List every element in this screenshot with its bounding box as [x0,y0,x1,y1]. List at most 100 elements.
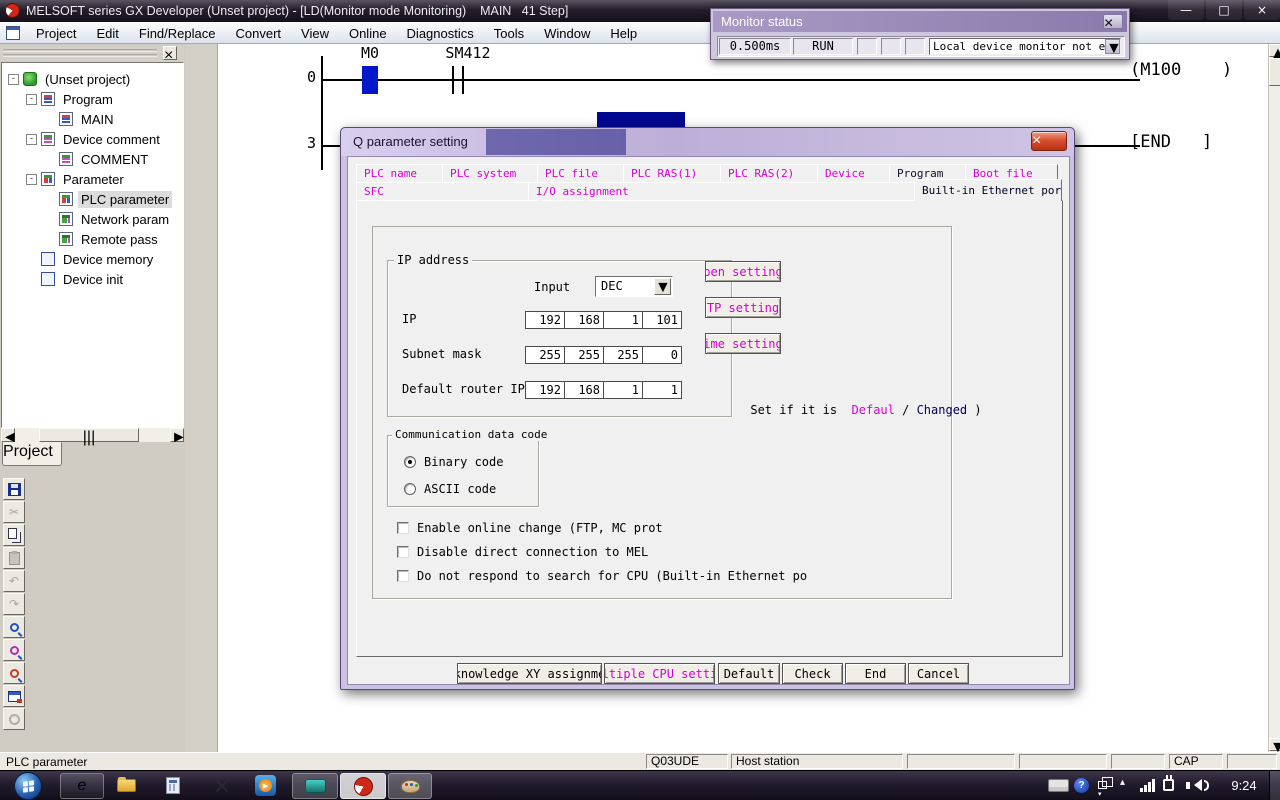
taskbar-explorer-button[interactable] [117,779,136,792]
tab-io-assignment[interactable]: I/O assignment [528,182,915,201]
menu-project[interactable]: Project [26,26,86,41]
open-settings-button[interactable]: Open settings [705,261,781,282]
tab-device[interactable]: Device [817,164,890,183]
tree-item-plc-parameter[interactable]: PLC parameter [2,189,183,209]
tab-plc-ras1[interactable]: PLC RAS(1) [623,164,721,183]
project-panel-tab[interactable]: Project [2,442,62,466]
taskbar-paint-button[interactable] [388,773,432,799]
menu-edit[interactable]: Edit [86,26,128,41]
do-not-respond-search-checkbox[interactable] [397,570,409,582]
router-octet-4[interactable]: 1 [642,381,682,399]
network-signal-icon[interactable] [1140,779,1156,792]
tree-expander[interactable]: - [26,174,37,185]
check-button[interactable]: Check [782,663,843,684]
tree-expander[interactable]: - [8,74,19,85]
volume-button[interactable] [1186,779,1209,791]
time-settings-button[interactable]: Time settings [705,333,781,354]
taskbar-clock[interactable]: 9:24 [1222,771,1266,800]
scroll-thumb[interactable]: ||| [39,428,139,442]
tree-item-device-comment[interactable]: - Device comment [2,129,183,149]
taskbar-gx-developer-button[interactable] [340,773,386,799]
tab-plc-ras2[interactable]: PLC RAS(2) [720,164,818,183]
tree-item-parameter[interactable]: - Parameter [2,169,183,189]
start-button[interactable] [14,772,42,800]
monitor-mode-combobox[interactable]: Local device monitor not execu ▼ [929,38,1121,55]
power-plug-button[interactable] [1163,775,1174,791]
transfer-setup-button[interactable] [3,685,25,707]
tree-item-main[interactable]: MAIN [2,109,183,129]
combobox-dropdown-icon[interactable]: ▼ [1105,39,1120,54]
tray-expand-button[interactable]: ▴ [1120,777,1125,788]
tree-item-device-init[interactable]: Device init [2,269,183,289]
tray-window-stack-button[interactable]: ▾ [1098,781,1107,789]
combobox-dropdown-icon[interactable]: ▼ [654,278,671,295]
tab-sfc[interactable]: SFC [356,182,529,201]
ftp-settings-button[interactable]: FTP settings [705,297,781,318]
binary-code-radio[interactable] [404,456,416,468]
save-button[interactable] [3,478,25,500]
menu-view[interactable]: View [291,26,339,41]
monitor-titlebar[interactable]: Monitor status × [713,11,1127,32]
menu-convert[interactable]: Convert [225,26,291,41]
tab-plc-system[interactable]: PLC system [442,164,538,183]
taskbar-calculator-button[interactable] [166,777,180,794]
tree-item-remote-pass[interactable]: Remote pass [2,229,183,249]
find-coil-button[interactable] [3,662,25,684]
scroll-up-icon[interactable]: ▲ [1269,44,1280,57]
ip-octet-4[interactable]: 101 [642,311,682,329]
scroll-down-icon[interactable]: ▼ [1269,738,1280,751]
menu-find-replace[interactable]: Find/Replace [129,26,226,41]
taskbar-gx-works-button[interactable] [292,773,338,799]
taskbar-tool-button[interactable] [214,778,230,794]
grip-line[interactable] [3,49,157,52]
tab-built-in-ethernet-port[interactable]: Built-in Ethernet port [914,179,1062,201]
tree-item-comment[interactable]: COMMENT [2,149,183,169]
cancel-button[interactable]: Cancel [908,663,969,684]
router-octet-3[interactable]: 1 [603,381,643,399]
ip-octet-3[interactable]: 1 [603,311,643,329]
find-contact-button[interactable] [3,639,25,661]
tray-help-button[interactable]: ? [1074,778,1089,793]
tab-plc-name[interactable]: PLC name [356,164,443,183]
tree-expander[interactable]: - [26,134,37,145]
menu-help[interactable]: Help [600,26,647,41]
monitor-stop-button[interactable] [3,708,25,730]
show-desktop-button[interactable] [1269,771,1280,800]
toolbar-close-icon[interactable]: × [163,46,177,60]
scroll-right-icon[interactable]: ► [170,428,184,442]
menu-online[interactable]: Online [339,26,397,41]
enable-online-change-checkbox[interactable] [397,522,409,534]
router-octet-1[interactable]: 192 [525,381,565,399]
menu-diagnostics[interactable]: Diagnostics [397,26,484,41]
redo-button[interactable]: ↷ [3,593,25,615]
tree-item-program[interactable]: - Program [2,89,183,109]
menu-window[interactable]: Window [534,26,600,41]
dialog-close-icon[interactable]: × [1031,131,1067,151]
find-device-button[interactable] [3,616,25,638]
tray-keyboard-button[interactable] [1048,779,1069,792]
cut-button[interactable]: ✂ [3,501,25,523]
undo-button[interactable]: ↶ [3,570,25,592]
router-octet-2[interactable]: 168 [564,381,604,399]
tree-expander[interactable]: - [26,94,37,105]
ip-octet-2[interactable]: 168 [564,311,604,329]
tree-item-device-memory[interactable]: Device memory [2,249,183,269]
subnet-octet-4[interactable]: 0 [642,346,682,364]
restore-button[interactable]: □ [1206,0,1242,20]
dialog-titlebar[interactable]: Q parameter setting × [341,128,1074,156]
close-button[interactable]: × [1244,0,1280,20]
disable-direct-connection-checkbox[interactable] [397,546,409,558]
tab-plc-file[interactable]: PLC file [537,164,624,183]
subnet-octet-3[interactable]: 255 [603,346,643,364]
taskbar-ie-button[interactable]: e [60,773,104,799]
ladder-vscrollbar[interactable]: ▲ ▼ [1268,44,1280,752]
paste-button[interactable] [3,547,25,569]
minimize-button[interactable]: — [1168,0,1204,20]
grip-line[interactable] [3,54,157,57]
input-format-combobox[interactable]: DEC ▼ [595,276,673,297]
subnet-octet-2[interactable]: 255 [564,346,604,364]
scroll-left-icon[interactable]: ◄ [1,428,15,442]
menu-tools[interactable]: Tools [484,26,534,41]
subnet-octet-1[interactable]: 255 [525,346,565,364]
multiple-cpu-setting-button[interactable]: Multiple CPU setting [604,663,715,684]
